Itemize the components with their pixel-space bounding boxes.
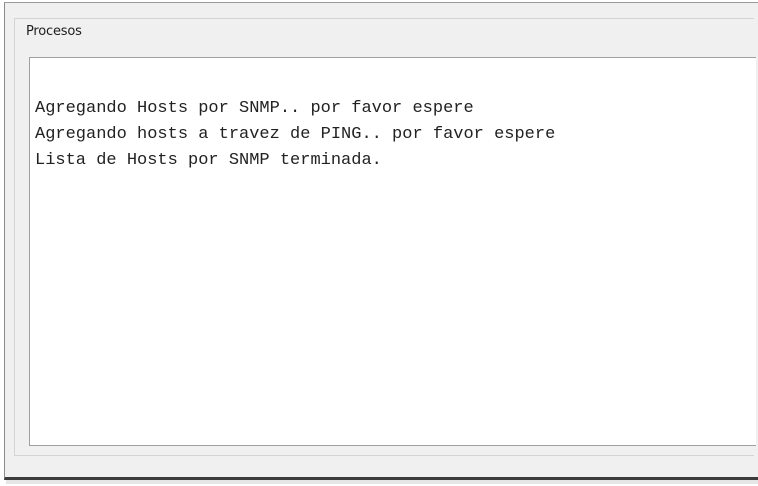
log-line: Agregando hosts a travez de PING.. por f… (35, 125, 556, 144)
log-lines: Agregando Hosts por SNMP.. por favor esp… (35, 96, 555, 174)
log-line: Lista de Hosts por SNMP terminada. (35, 151, 382, 170)
log-line: Agregando Hosts por SNMP.. por favor esp… (35, 99, 474, 118)
group-title: Procesos (26, 24, 82, 39)
process-log-textarea[interactable]: Agregando Hosts por SNMP.. por favor esp… (29, 57, 756, 446)
